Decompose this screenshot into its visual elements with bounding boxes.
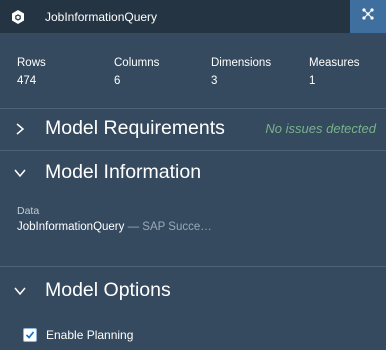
- checkmark-icon: [25, 331, 35, 339]
- section-model-information[interactable]: Model Information: [0, 156, 386, 190]
- data-label: Data: [17, 205, 40, 217]
- stat-label: Measures: [309, 57, 360, 69]
- stat-value: 6: [114, 75, 121, 87]
- section-title: Model Information: [45, 161, 202, 183]
- network-button[interactable]: [350, 0, 386, 33]
- stat-label: Columns: [114, 57, 160, 69]
- enable-planning-checkbox[interactable]: [23, 328, 37, 342]
- chevron-down-icon: [13, 284, 27, 298]
- divider: [0, 108, 386, 109]
- data-source-value: JobInformationQuery — SAP Succe…: [17, 221, 212, 233]
- stat-rows: Rows 474: [17, 56, 46, 88]
- data-source: — SAP Succe…: [124, 221, 212, 233]
- status-badge: No issues detected: [265, 121, 376, 136]
- stats-row: Rows 474 Columns 6 Dimensions 3 Measures…: [0, 33, 386, 93]
- chevron-right-icon: [13, 122, 27, 136]
- stat-value: 474: [17, 75, 37, 87]
- model-title: JobInformationQuery: [45, 9, 158, 24]
- stat-value: 1: [309, 75, 316, 87]
- chevron-down-icon: [13, 166, 27, 180]
- stat-measures: Measures 1: [309, 56, 360, 88]
- divider: [0, 266, 386, 267]
- section-title: Model Requirements: [45, 117, 225, 139]
- model-panel: JobInformationQuery Rows 474 Columns 6 D…: [0, 0, 386, 350]
- stat-dimensions: Dimensions 3: [211, 56, 271, 88]
- section-model-options[interactable]: Model Options: [0, 274, 386, 308]
- stat-label: Dimensions: [211, 57, 272, 69]
- section-model-requirements[interactable]: Model Requirements No issues detected: [0, 112, 386, 146]
- stat-columns: Columns 6: [114, 56, 159, 88]
- section-title: Model Options: [45, 279, 171, 301]
- enable-planning-option[interactable]: Enable Planning: [23, 328, 133, 342]
- stat-label: Rows: [17, 57, 46, 69]
- enable-planning-label: Enable Planning: [46, 328, 134, 342]
- stat-value: 3: [211, 75, 218, 87]
- data-name: JobInformationQuery: [17, 221, 125, 233]
- divider: [0, 150, 386, 151]
- network-icon: [361, 7, 375, 26]
- header-bar: JobInformationQuery: [0, 0, 386, 33]
- cube-icon: [8, 7, 28, 27]
